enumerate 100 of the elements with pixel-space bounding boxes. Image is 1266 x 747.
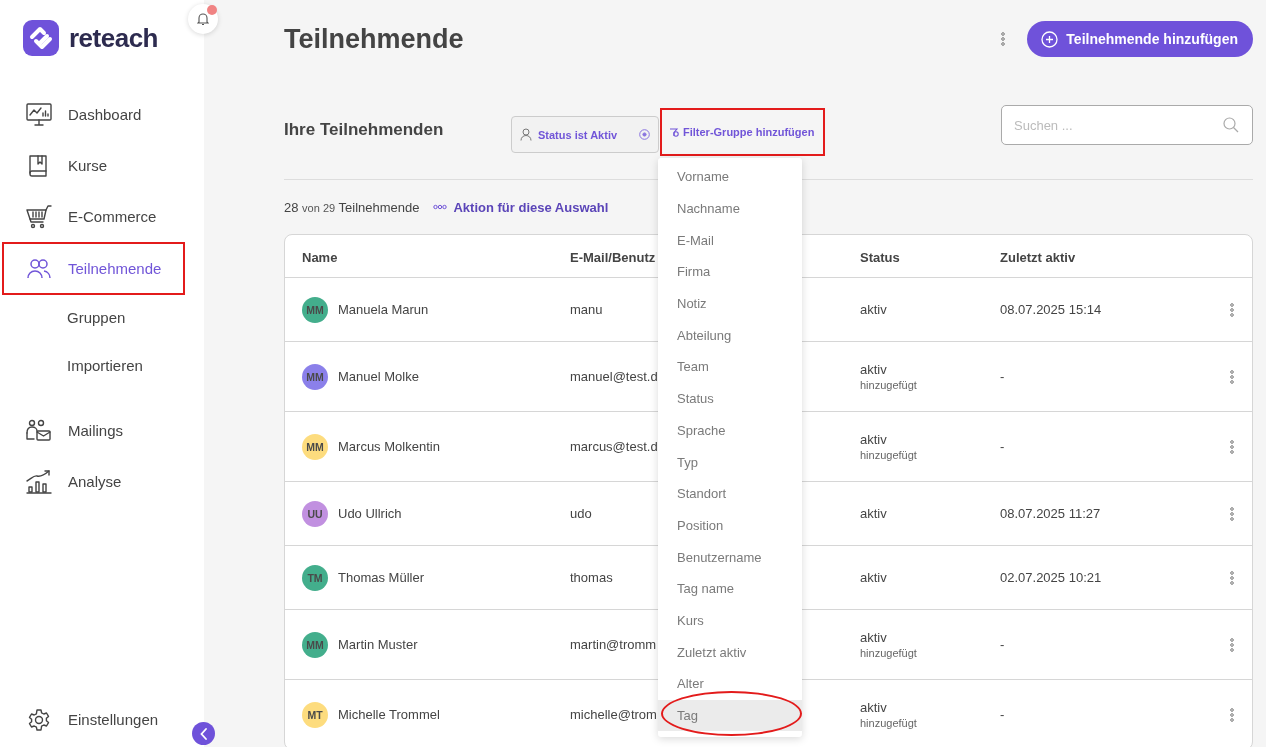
page-title: Teilnehmende: [284, 23, 465, 55]
menu-item[interactable]: Notiz: [658, 287, 802, 320]
brand-name: reteach: [69, 22, 158, 54]
menu-item[interactable]: Tag name: [658, 572, 802, 605]
table-cell: martin@tromm: [570, 637, 657, 652]
menu-item[interactable]: Alter: [658, 668, 802, 700]
logo-icon: [23, 20, 59, 56]
row-menu-icon[interactable]: [1230, 439, 1234, 454]
status-text: aktiv: [860, 362, 888, 377]
row-menu-icon[interactable]: [1230, 707, 1234, 722]
table-cell: 08.07.2025 15:14: [1000, 302, 1102, 317]
filter-chip[interactable]: Status ist Aktiv: [511, 116, 659, 153]
status-text: aktiv: [860, 506, 888, 521]
bell-icon: [197, 12, 209, 26]
menu-item[interactable]: Tag: [658, 699, 802, 732]
search-field[interactable]: Suchen ...: [1001, 105, 1253, 145]
menu-item[interactable]: Status: [658, 382, 802, 415]
sidebar-subitem[interactable]: Importieren: [0, 340, 143, 391]
status-note: hinzugefügt: [860, 379, 918, 391]
dashboard-icon: [26, 102, 52, 127]
menu-item[interactable]: Firma: [658, 256, 802, 288]
avatar: MM: [302, 363, 328, 390]
status-text: aktiv: [860, 432, 888, 447]
menu-item[interactable]: Benutzername: [658, 541, 802, 573]
row-menu-icon[interactable]: [1230, 369, 1234, 384]
menu-item[interactable]: Abteilung: [658, 319, 802, 352]
sidebar-item[interactable]: Kurse: [2, 140, 185, 191]
avatar: MM: [302, 296, 328, 323]
participant-name: Manuel Molke: [338, 369, 419, 384]
bulk-action-link[interactable]: Aktion für diese Auswahl: [433, 199, 609, 215]
status-note: hinzugefügt: [860, 717, 918, 729]
table-cell: 08.07.2025 11:27: [1000, 506, 1101, 521]
menu-item[interactable]: Nachname: [658, 192, 802, 225]
cart-icon: [26, 204, 52, 229]
search-icon: [1223, 117, 1239, 133]
table-cell: udo: [570, 506, 592, 521]
status-text: aktiv: [860, 570, 888, 585]
menu-item[interactable]: Vorname: [658, 161, 802, 193]
plus-circle-icon: [1041, 30, 1059, 48]
section-title: Ihre Teilnehmenden: [284, 120, 445, 140]
table-cell: -: [1000, 707, 1005, 722]
selection-count: 28 von 29 Teilnehmende: [284, 199, 420, 215]
status-note: hinzugefügt: [860, 449, 918, 461]
table-cell: -: [1000, 369, 1005, 384]
chevron-left-icon: [199, 727, 208, 740]
sidebar-item[interactable]: E-Commerce: [2, 191, 185, 242]
status-text: aktiv: [860, 630, 888, 645]
notification-button[interactable]: [188, 4, 218, 34]
table-cell: -: [1000, 439, 1005, 454]
row-menu-icon[interactable]: [1230, 506, 1234, 521]
menu-item[interactable]: Typ: [658, 446, 802, 478]
add-participants-button[interactable]: Teilnehmende hinzufügen: [1027, 21, 1253, 57]
menu-item[interactable]: E-Mail: [658, 224, 802, 257]
avatar: MM: [302, 433, 328, 460]
table-cell: michelle@trom: [570, 707, 657, 722]
avatar: MM: [302, 631, 328, 658]
menu-item[interactable]: Team: [658, 351, 802, 383]
column-header[interactable]: Status: [860, 249, 1000, 265]
menu-item[interactable]: Zuletzt aktiv: [658, 636, 802, 668]
table-cell: 02.07.2025 10:21: [1000, 570, 1102, 585]
table-cell: manuel@test.d: [570, 369, 658, 384]
row-menu-icon[interactable]: [1230, 570, 1234, 585]
add-filter-group-button[interactable]: Filter-Gruppe hinzufügen: [660, 108, 826, 156]
participant-name: Marcus Molkentin: [338, 439, 440, 454]
people-icon: [26, 257, 52, 280]
row-menu-icon[interactable]: [1230, 302, 1234, 317]
sidebar-item[interactable]: Teilnehmende: [2, 242, 185, 295]
mail-people-icon: [26, 418, 52, 443]
menu-item[interactable]: Sprache: [658, 414, 802, 447]
avatar: TM: [302, 564, 328, 591]
table-cell: thomas: [570, 570, 613, 585]
participant-name: Martin Muster: [338, 637, 418, 652]
row-menu-icon[interactable]: [1230, 637, 1234, 652]
more-options-icon[interactable]: [1001, 32, 1006, 46]
status-text: aktiv: [860, 700, 888, 715]
collapse-button[interactable]: [192, 722, 215, 745]
chart-icon: [26, 469, 52, 494]
table-cell: manu: [570, 302, 603, 317]
menu-item[interactable]: Kurs: [658, 604, 802, 637]
participant-name: Thomas Müller: [338, 570, 424, 585]
sidebar-item[interactable]: Analyse: [2, 456, 185, 507]
sidebar-subitem[interactable]: Gruppen: [0, 295, 126, 340]
participant-name: Michelle Trommel: [338, 707, 440, 722]
table-cell: marcus@test.d: [570, 439, 658, 454]
table-cell: -: [1000, 637, 1005, 652]
status-note: hinzugefügt: [860, 647, 918, 659]
avatar: MT: [302, 701, 328, 728]
sidebar-item[interactable]: Dashboard: [2, 89, 185, 140]
person-icon: [520, 128, 532, 141]
sidebar-item[interactable]: Mailings: [2, 405, 185, 456]
column-header[interactable]: Zuletzt aktiv: [1000, 249, 1212, 265]
sidebar-item[interactable]: Einstellungen: [2, 694, 185, 745]
participant-name: Udo Ullrich: [338, 506, 402, 521]
status-text: aktiv: [860, 302, 888, 317]
menu-item[interactable]: Position: [658, 509, 802, 542]
avatar: UU: [302, 500, 328, 527]
remove-filter-icon[interactable]: [639, 129, 650, 140]
column-header[interactable]: Name: [302, 249, 570, 265]
dots-icon: [433, 204, 448, 210]
menu-item[interactable]: Standort: [658, 477, 802, 510]
